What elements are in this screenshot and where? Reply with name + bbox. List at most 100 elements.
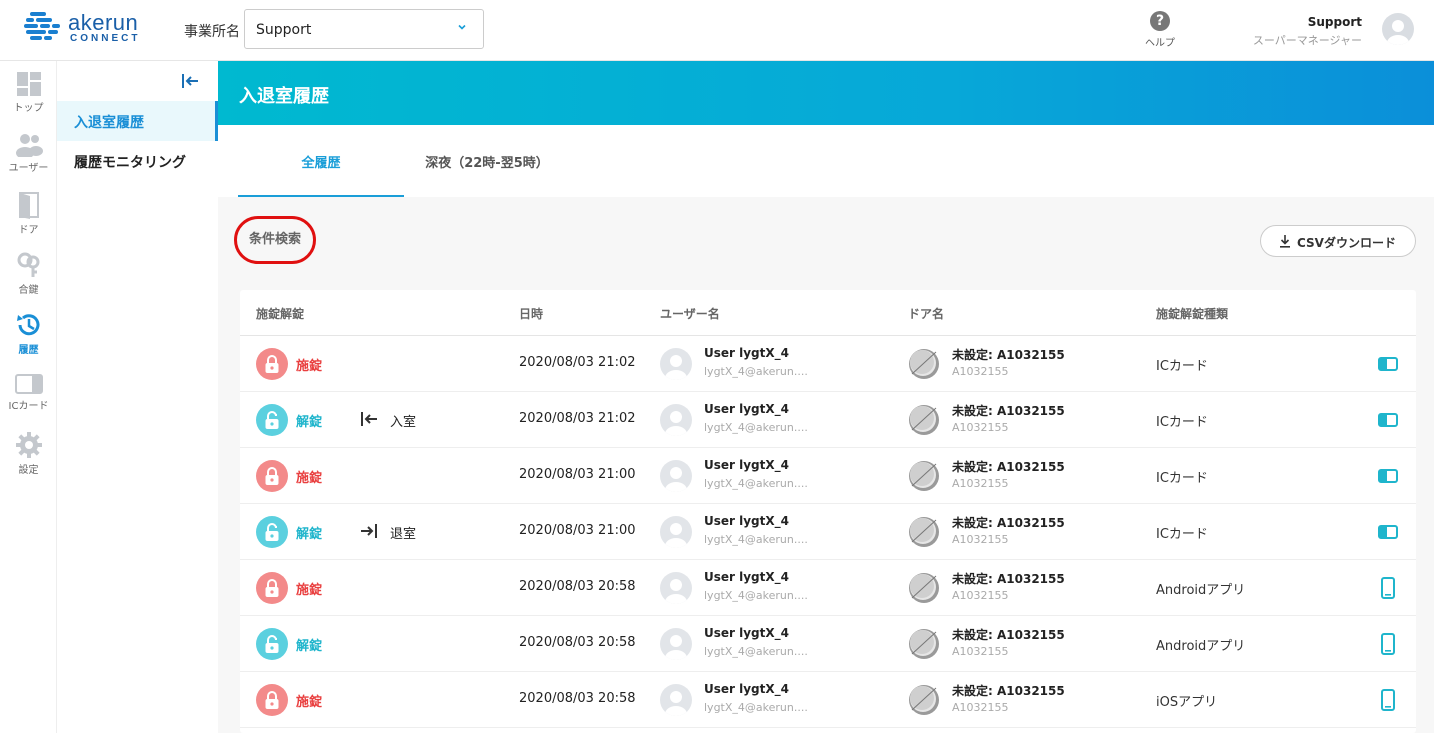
tab-all-history[interactable]: 全履歴 bbox=[238, 125, 404, 197]
door-id: A1032155 bbox=[952, 365, 1009, 378]
smartphone-icon bbox=[1381, 633, 1395, 655]
office-select-value: Support bbox=[256, 22, 312, 38]
user-name[interactable]: User lygtX_4 bbox=[704, 514, 789, 528]
padlock-glyph-icon bbox=[265, 523, 279, 541]
datetime: 2020/08/03 21:02 bbox=[519, 355, 636, 370]
user-avatar bbox=[660, 348, 692, 380]
avatar-icon bbox=[665, 635, 687, 660]
ic-card-icon bbox=[1378, 469, 1398, 483]
collapse-sidebar-icon[interactable] bbox=[181, 73, 199, 89]
table-row[interactable]: 解錠 退室 2020/08/03 21:00 User lygtX_4 lygt… bbox=[240, 504, 1416, 560]
user-name[interactable]: User lygtX_4 bbox=[704, 346, 789, 360]
avatar-icon bbox=[665, 523, 687, 548]
rail-item-door[interactable]: ドア bbox=[0, 185, 57, 241]
user-name[interactable]: User lygtX_4 bbox=[704, 402, 789, 416]
history-icon bbox=[16, 314, 39, 336]
rail-label-history: 履歴 bbox=[18, 345, 39, 356]
akerun-device-icon bbox=[909, 461, 939, 491]
avatar-icon bbox=[665, 355, 687, 380]
door-name[interactable]: 未設定: A1032155 bbox=[952, 626, 1065, 643]
table-row[interactable]: 施錠 2020/08/03 20:58 User lygtX_4 lygtX_4… bbox=[240, 560, 1416, 616]
rail-item-users[interactable]: ユーザー bbox=[0, 125, 57, 181]
rail-item-iccard[interactable]: ICカード bbox=[0, 365, 57, 421]
office-label: 事業所名 bbox=[184, 24, 240, 40]
datetime: 2020/08/03 21:00 bbox=[519, 523, 636, 538]
lock-status: 解錠 bbox=[296, 527, 323, 542]
door-name[interactable]: 未設定: A1032155 bbox=[952, 346, 1065, 363]
tab-late-night[interactable]: 深夜（22時-翌5時） bbox=[404, 125, 570, 197]
user-role: スーパーマネージャー bbox=[1252, 34, 1362, 47]
logo-mark-icon bbox=[24, 12, 60, 40]
office-select[interactable]: Support bbox=[244, 9, 484, 49]
table-row[interactable]: 施錠 2020/08/03 21:00 User lygtX_4 lygtX_4… bbox=[240, 448, 1416, 504]
rail-label-iccard: ICカード bbox=[8, 401, 49, 412]
user-name[interactable]: User lygtX_4 bbox=[704, 458, 789, 472]
user-name[interactable]: Support bbox=[1308, 15, 1362, 29]
lock-status: 施錠 bbox=[296, 471, 323, 486]
datetime: 2020/08/03 21:02 bbox=[519, 411, 636, 426]
help-label: ヘルプ bbox=[1145, 38, 1175, 49]
akerun-device-icon bbox=[909, 517, 939, 547]
lock-status: 施錠 bbox=[296, 695, 323, 710]
table-row[interactable]: 解錠 2020/08/03 20:58 User lygtX_4 lygtX_4… bbox=[240, 616, 1416, 672]
table-row[interactable]: 解錠 入室 2020/08/03 21:02 User lygtX_4 lygt… bbox=[240, 392, 1416, 448]
user-avatar[interactable] bbox=[1382, 13, 1414, 45]
user-name[interactable]: User lygtX_4 bbox=[704, 570, 789, 584]
user-name[interactable]: User lygtX_4 bbox=[704, 682, 789, 696]
rail-item-keys[interactable]: 合鍵 bbox=[0, 245, 57, 301]
header-user-name: ユーザー名 bbox=[660, 307, 720, 321]
door-icon bbox=[18, 192, 39, 219]
door-name[interactable]: 未設定: A1032155 bbox=[952, 402, 1065, 419]
csv-download-button[interactable]: CSVダウンロード bbox=[1260, 225, 1416, 257]
user-avatar bbox=[660, 684, 692, 716]
padlock-glyph-icon bbox=[265, 691, 279, 709]
avatar-icon bbox=[665, 691, 687, 716]
door-name[interactable]: 未設定: A1032155 bbox=[952, 458, 1065, 475]
gear-icon bbox=[15, 432, 42, 458]
lock-status: 解錠 bbox=[296, 415, 323, 430]
chevron-down-icon bbox=[458, 24, 466, 30]
datetime: 2020/08/03 20:58 bbox=[519, 579, 636, 594]
rail-label-users: ユーザー bbox=[8, 163, 49, 174]
filter-search-button[interactable]: 条件検索 bbox=[234, 216, 316, 264]
subnav-item-entry-history[interactable]: 入退室履歴 bbox=[57, 101, 218, 141]
avatar-icon bbox=[665, 411, 687, 436]
akerun-logo[interactable]: akerun CONNECT bbox=[24, 10, 154, 50]
door-name[interactable]: 未設定: A1032155 bbox=[952, 682, 1065, 699]
direction-label: 退室 bbox=[390, 527, 417, 542]
table-row[interactable]: 施錠 2020/08/03 21:02 User lygtX_4 lygtX_4… bbox=[240, 336, 1416, 392]
rail-item-settings[interactable]: 設定 bbox=[0, 425, 57, 481]
rail-item-top[interactable]: トップ bbox=[0, 65, 57, 121]
user-email: lygtX_4@akerun.... bbox=[704, 701, 808, 714]
help-button[interactable]: ? ヘルプ bbox=[1140, 11, 1180, 49]
history-table: 施錠解錠 日時 ユーザー名 ドア名 施錠解錠種類 施錠 2020/08/03 2… bbox=[240, 290, 1416, 733]
door-id: A1032155 bbox=[952, 477, 1009, 490]
user-avatar bbox=[660, 572, 692, 604]
table-row[interactable]: 施錠 2020/08/03 20:58 User lygtX_4 lygtX_4… bbox=[240, 672, 1416, 728]
door-name[interactable]: 未設定: A1032155 bbox=[952, 570, 1065, 587]
padlock-icon bbox=[256, 348, 288, 380]
door-id: A1032155 bbox=[952, 645, 1009, 658]
smartphone-icon bbox=[1381, 689, 1395, 711]
padlock-glyph-icon bbox=[265, 467, 279, 485]
unlock-method: Androidアプリ bbox=[1156, 583, 1246, 598]
akerun-device-icon bbox=[909, 405, 939, 435]
header-door-name: ドア名 bbox=[908, 307, 945, 321]
unlock-method: ICカード bbox=[1156, 471, 1208, 486]
unlock-method: ICカード bbox=[1156, 527, 1208, 542]
padlock-icon bbox=[256, 572, 288, 604]
card-icon bbox=[14, 374, 43, 394]
akerun-device-icon bbox=[909, 573, 939, 603]
rail-item-history[interactable]: 履歴 bbox=[0, 305, 57, 361]
padlock-icon bbox=[256, 684, 288, 716]
direction-label: 入室 bbox=[390, 415, 417, 430]
lock-status: 解錠 bbox=[296, 639, 323, 654]
subnav-item-history-monitoring[interactable]: 履歴モニタリング bbox=[57, 141, 218, 181]
door-name[interactable]: 未設定: A1032155 bbox=[952, 514, 1065, 531]
padlock-glyph-icon bbox=[265, 635, 279, 653]
dashboard-icon bbox=[16, 72, 41, 96]
logo-subtext: CONNECT bbox=[70, 33, 141, 44]
help-icon: ? bbox=[1150, 11, 1170, 31]
avatar-icon bbox=[665, 579, 687, 604]
user-name[interactable]: User lygtX_4 bbox=[704, 626, 789, 640]
